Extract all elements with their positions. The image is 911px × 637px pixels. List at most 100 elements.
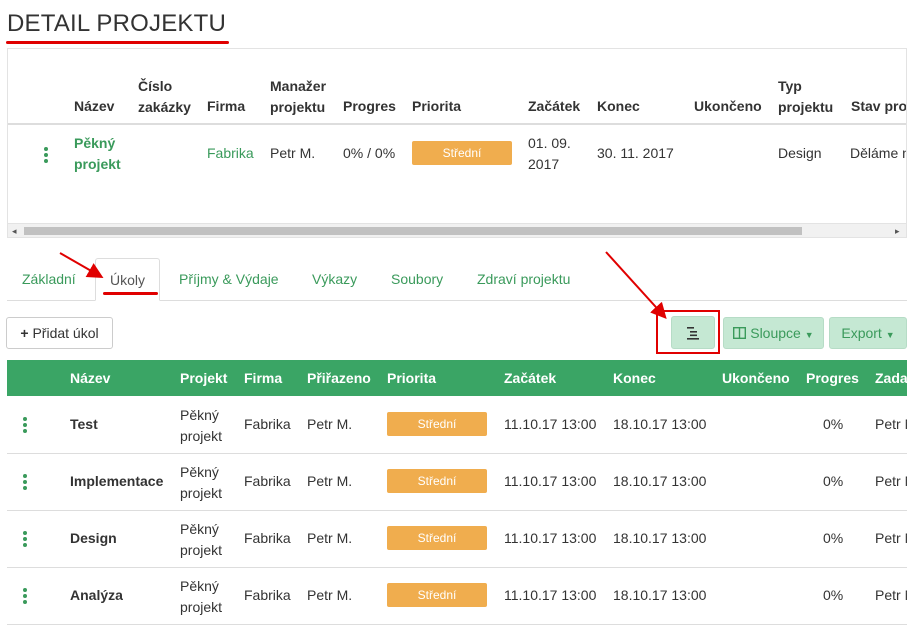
task-assigned: Petr M.	[307, 473, 353, 489]
header-manager-line2: projektu	[270, 99, 326, 115]
task-progress: 0%	[823, 587, 844, 603]
task-start: 11.10.17 13:00	[504, 473, 597, 489]
header-project-type-line2: projektu	[778, 99, 834, 115]
th-end[interactable]: Konec	[613, 360, 656, 396]
project-manager: Petr M.	[270, 145, 316, 161]
task-progress: 0%	[823, 473, 844, 489]
task-progress: 0%	[823, 530, 844, 546]
th-progress[interactable]: Progres	[806, 360, 859, 396]
task-project-link[interactable]: Pěkný projekt	[180, 576, 222, 618]
table-row: Design Pěkný projekt Fabrika Petr M. Střední 1…	[7, 511, 907, 568]
task-project-link[interactable]: Pěkný projekt	[180, 405, 222, 447]
scroll-right-arrow-icon[interactable]: ▸	[895, 225, 900, 237]
project-start-line2: 2017	[528, 156, 560, 172]
header-project-type-line1: Typ	[778, 78, 802, 94]
task-start: 11.10.17 13:00	[504, 530, 597, 546]
task-assigner: Petr M.	[875, 416, 907, 432]
th-start[interactable]: Začátek	[504, 360, 556, 396]
add-task-button[interactable]: + Přidat úkol	[6, 317, 113, 349]
tab-basic[interactable]: Základní	[22, 258, 76, 301]
th-assigned[interactable]: Přiřazeno	[307, 360, 371, 396]
task-assigned: Petr M.	[307, 530, 353, 546]
columns-icon	[733, 326, 747, 340]
header-order-number-line2: zakázky	[138, 99, 191, 115]
task-end: 18.10.17 13:00	[613, 473, 707, 489]
priority-badge: Střední	[387, 583, 487, 607]
task-start: 11.10.17 13:00	[504, 587, 597, 603]
columns-button[interactable]: Sloupce ▼	[723, 317, 824, 349]
th-finished[interactable]: Ukončeno	[722, 360, 790, 396]
header-priority[interactable]: Priorita	[412, 96, 461, 117]
header-company[interactable]: Firma	[207, 96, 245, 117]
task-name-link[interactable]: Implementace	[70, 473, 163, 489]
table-row: Implementace Pěkný projekt Fabrika Petr M. St…	[7, 454, 907, 511]
project-name-link[interactable]: Pěkný projekt	[74, 133, 121, 175]
tasks-table-header: Název Projekt Firma Přiřazeno Priorita Z…	[7, 360, 907, 396]
tasks-table: Název Projekt Firma Přiřazeno Priorita Z…	[7, 360, 907, 637]
header-start[interactable]: Začátek	[528, 96, 580, 117]
task-assigned: Petr M.	[307, 587, 353, 603]
task-assigner: Petr M.	[875, 473, 907, 489]
task-company-link[interactable]: Fabrika	[244, 416, 291, 432]
annotation-title-underline	[6, 41, 229, 44]
scroll-left-arrow-icon[interactable]: ◂	[12, 225, 17, 237]
header-finished[interactable]: Ukončeno	[694, 96, 762, 117]
horizontal-scrollbar[interactable]: ◂ ▸	[8, 223, 906, 237]
annotation-tab-underline	[103, 292, 158, 295]
vertical-dots-icon[interactable]	[23, 474, 27, 492]
priority-badge: Střední	[387, 412, 487, 436]
header-order-number[interactable]: Číslo zakázky	[138, 76, 191, 118]
task-project-line1: Pěkný	[180, 578, 219, 594]
th-company[interactable]: Firma	[244, 360, 282, 396]
project-table: Název Číslo zakázky Firma Manažer projek…	[8, 49, 906, 223]
th-priority[interactable]: Priorita	[387, 360, 436, 396]
task-end: 18.10.17 13:00	[613, 416, 707, 432]
vertical-dots-icon[interactable]	[23, 588, 27, 606]
task-start: 11.10.17 13:00	[504, 416, 597, 432]
tab-reports[interactable]: Výkazy	[312, 258, 357, 301]
project-name-line2: projekt	[74, 156, 121, 172]
project-company-link[interactable]: Fabrika	[207, 143, 254, 164]
th-assigner[interactable]: Zadavatel	[875, 360, 907, 396]
tab-project-health[interactable]: Zdraví projektu	[477, 258, 570, 301]
task-company-link[interactable]: Fabrika	[244, 530, 291, 546]
vertical-dots-icon[interactable]	[23, 417, 27, 435]
header-progress[interactable]: Progres	[343, 96, 396, 117]
task-progress: 0%	[823, 416, 844, 432]
task-name-link[interactable]: Analýza	[70, 587, 123, 603]
annotation-outline-box	[656, 310, 720, 354]
add-task-label: Přidat úkol	[32, 325, 99, 341]
task-name-link[interactable]: Test	[70, 416, 98, 432]
task-project-link[interactable]: Pěkný projekt	[180, 462, 222, 504]
table-row: Test Pěkný projekt Fabrika Petr M. Střední 11.…	[7, 397, 907, 454]
vertical-dots-icon[interactable]	[23, 531, 27, 549]
th-name[interactable]: Název	[70, 360, 110, 396]
task-project-line2: projekt	[180, 428, 223, 444]
task-company-link[interactable]: Fabrika	[244, 587, 291, 603]
scrollbar-thumb[interactable]	[24, 227, 802, 235]
header-manager[interactable]: Manažer projektu	[270, 76, 326, 118]
task-project-line1: Pěkný	[180, 464, 219, 480]
priority-badge: Střední	[387, 469, 487, 493]
header-project-type[interactable]: Typ projektu	[778, 76, 833, 118]
header-name[interactable]: Název	[74, 96, 114, 117]
task-assigner: Petr M.	[875, 530, 907, 546]
th-project[interactable]: Projekt	[180, 360, 227, 396]
task-company-link[interactable]: Fabrika	[244, 473, 291, 489]
project-state: Děláme na tom	[850, 145, 906, 161]
task-name-link[interactable]: Design	[70, 530, 117, 546]
task-end: 18.10.17 13:00	[613, 530, 707, 546]
vertical-dots-icon[interactable]	[44, 147, 48, 165]
task-assigner: Petr M.	[875, 587, 907, 603]
tab-files[interactable]: Soubory	[391, 258, 443, 301]
project-type: Design	[778, 145, 822, 161]
export-button[interactable]: Export ▼	[829, 317, 907, 349]
header-end[interactable]: Konec	[597, 96, 640, 117]
caret-down-icon: ▼	[885, 330, 895, 340]
page-title: DETAIL PROJEKTU	[7, 10, 227, 37]
project-name-line1: Pěkný	[74, 135, 116, 151]
tab-income-expenses[interactable]: Příjmy & Výdaje	[179, 258, 279, 301]
header-project-state[interactable]: Stav projektu	[851, 96, 906, 117]
task-project-link[interactable]: Pěkný projekt	[180, 519, 222, 561]
project-detail-panel: Název Číslo zakázky Firma Manažer projek…	[7, 48, 907, 238]
